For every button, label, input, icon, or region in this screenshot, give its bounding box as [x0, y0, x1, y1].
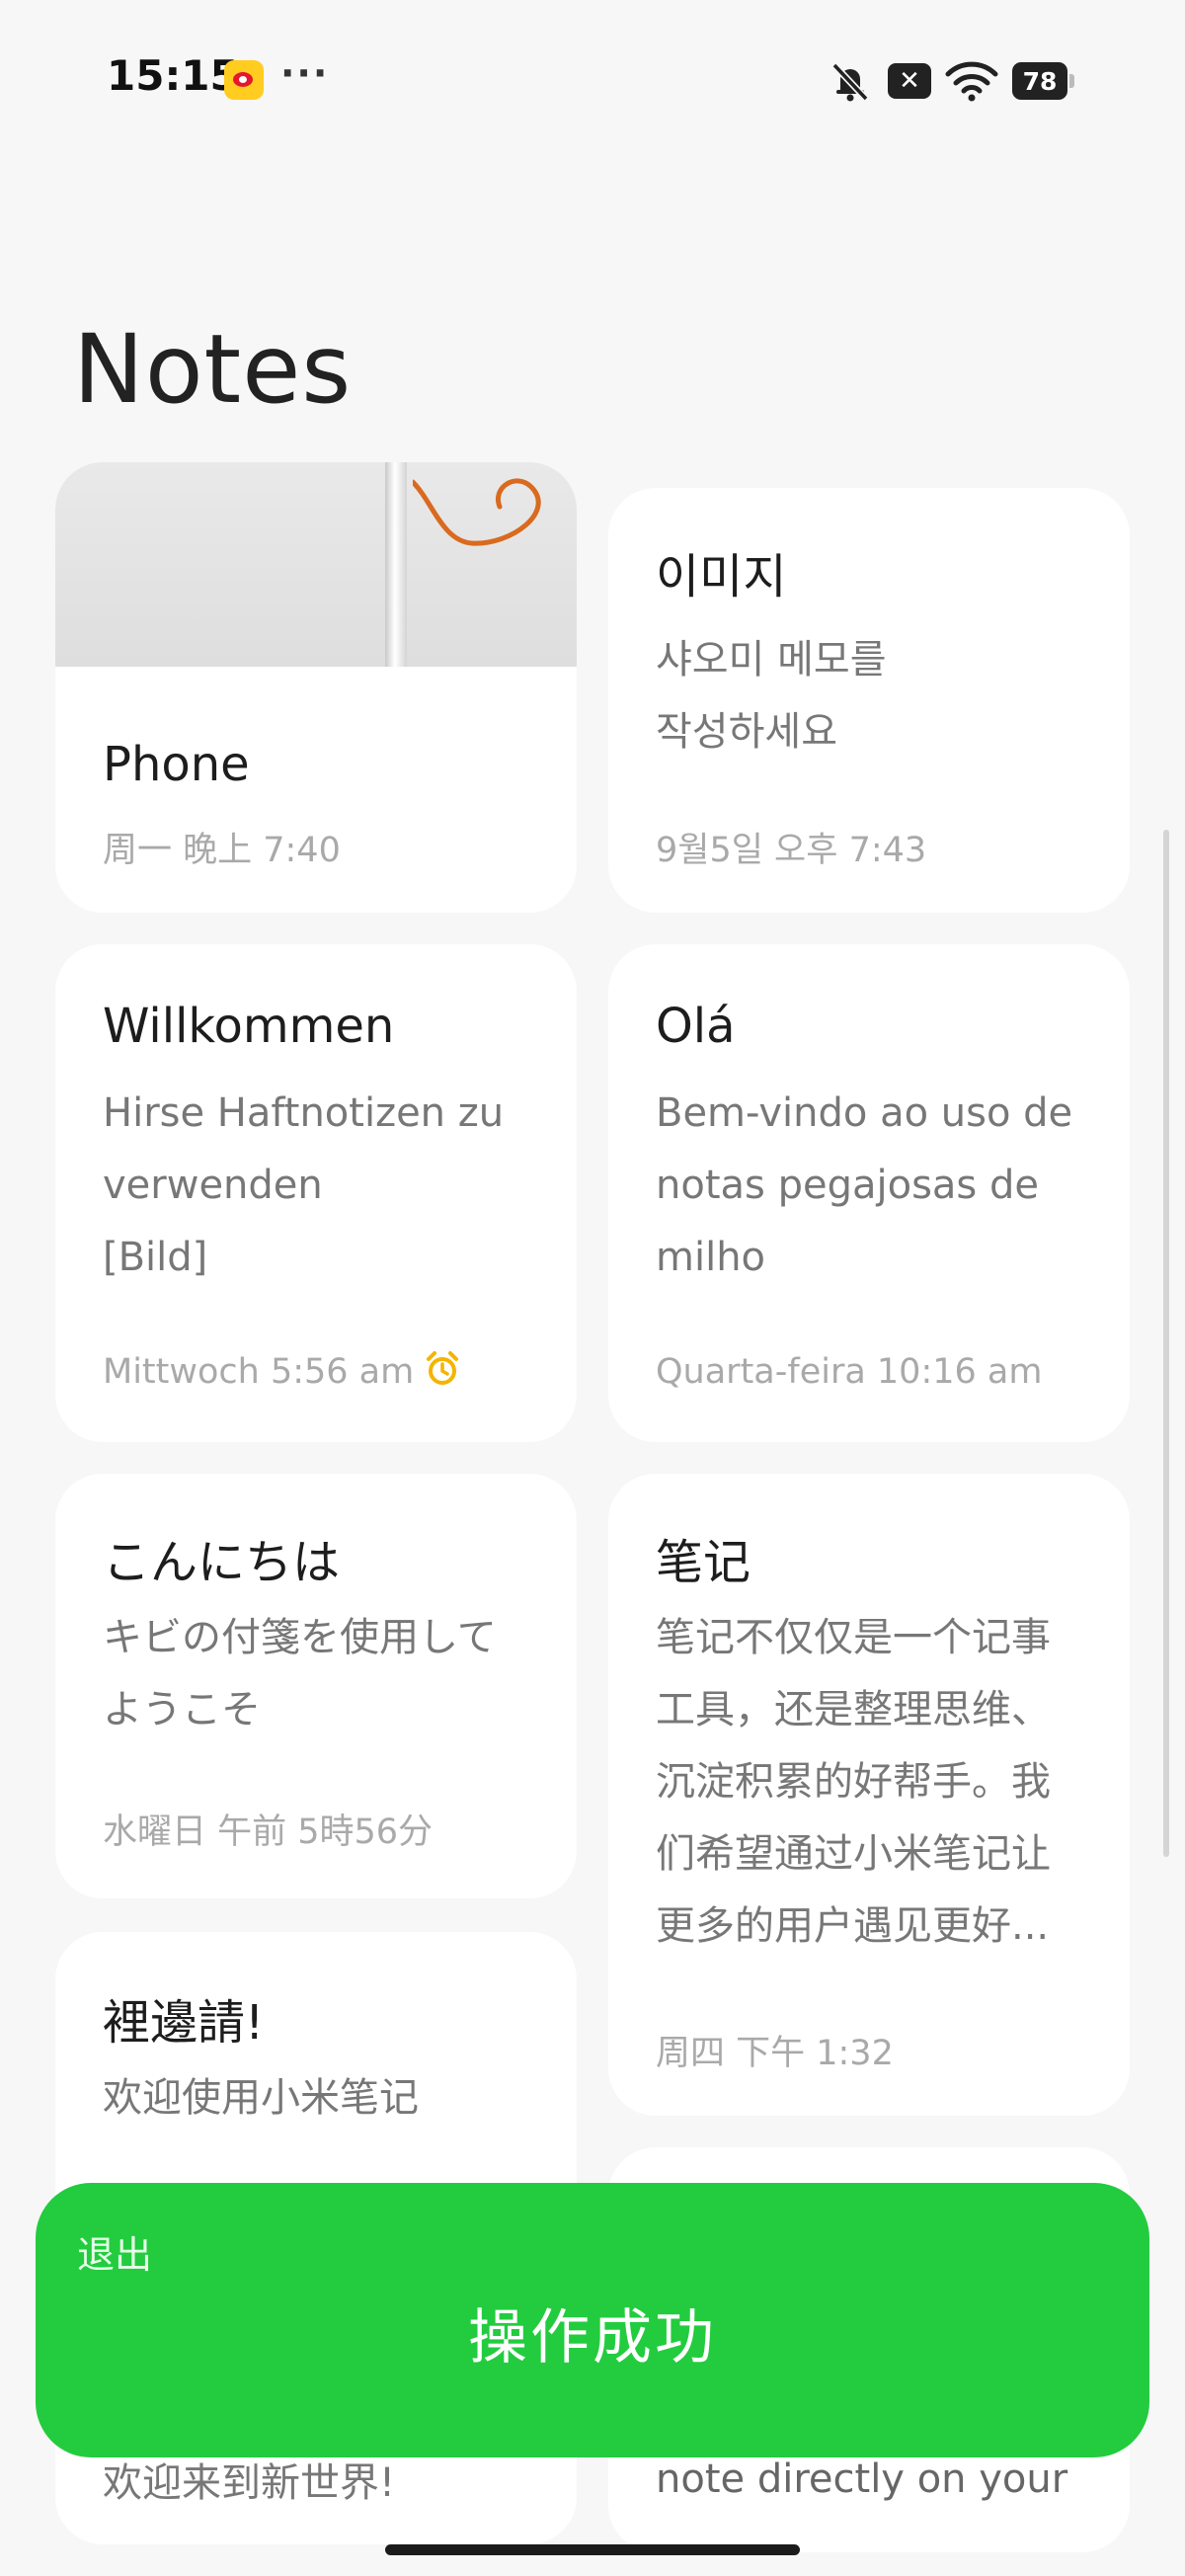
note-title: 笔记	[656, 1535, 751, 1590]
wifi-icon	[945, 60, 998, 102]
weibo-notification-icon	[224, 60, 264, 100]
note-preview: 샤오미 메모를 작성하세요	[656, 637, 887, 755]
note-date: Mittwoch 5:56 am	[103, 1352, 415, 1392]
battery-level: 78	[1012, 62, 1067, 100]
note-card-japanese[interactable]: こんにちは キビの付箋を使用して ようこそ 水曜日 午前 5時56分	[55, 1474, 577, 1898]
note-card-german[interactable]: Willkommen Hirse Haftnotizen zu verwende…	[55, 944, 577, 1442]
note-title: Willkommen	[103, 999, 395, 1054]
no-sim-icon: ✕	[888, 63, 931, 99]
success-toast: 退出 操作成功	[36, 2183, 1149, 2457]
status-bar: 15:15 ··· ✕ 78	[0, 0, 1185, 158]
more-notifications-icon: ···	[280, 51, 330, 95]
note-title: Olá	[656, 999, 736, 1054]
note-date: 周四 下午 1:32	[656, 2034, 894, 2073]
battery-icon: 78	[1012, 62, 1074, 100]
note-date: Quarta-feira 10:16 am	[656, 1352, 1043, 1392]
note-preview: Hirse Haftnotizen zu verwenden [Bild]	[103, 1090, 505, 1280]
note-title: こんにちは	[103, 1535, 341, 1590]
note-card-portuguese[interactable]: Olá Bem-vindo ao uso de notas pegajosas …	[608, 944, 1130, 1442]
scrollbar[interactable]	[1163, 830, 1169, 1857]
note-date: 9월5일 오후 7:43	[656, 831, 927, 870]
home-indicator[interactable]	[385, 2544, 800, 2555]
note-preview: 笔记不仅仅是一个记事 工具，还是整理思维、 沉淀积累的好帮手。我 们希望通过小米…	[656, 1615, 1051, 1949]
toast-exit-button[interactable]: 退出	[77, 2224, 152, 2279]
note-card-korean[interactable]: 이미지 샤오미 메모를 작성하세요 9월5일 오후 7:43	[608, 488, 1130, 913]
note-preview-more: 欢迎来到新世界!	[103, 2460, 396, 2506]
status-icons: ✕ 78	[827, 57, 1074, 105]
note-card-phone[interactable]: Phone 周一 晚上 7:40	[55, 462, 577, 913]
note-card-chinese[interactable]: 笔记 笔记不仅仅是一个记事 工具，还是整理思维、 沉淀积累的好帮手。我 们希望通…	[608, 1474, 1130, 2116]
status-time: 15:15	[107, 51, 239, 100]
note-preview: 欢迎使用小米笔记	[103, 2075, 419, 2121]
toast-message: 操作成功	[468, 2303, 717, 2373]
note-date: 周一 晚上 7:40	[103, 831, 341, 870]
note-preview: Bem-vindo ao uso de notas pegajosas de m…	[656, 1090, 1073, 1280]
note-title: 裡邊請!	[103, 1995, 265, 2051]
alarm-clock-icon	[427, 1351, 458, 1385]
note-image-thumbnail	[55, 462, 577, 667]
note-date: 水曜日 午前 5時56分	[103, 1812, 434, 1852]
note-title: 이미지	[656, 549, 787, 604]
page-title: Notes	[73, 314, 353, 425]
mute-icon	[827, 59, 874, 103]
note-title: Phone	[103, 737, 250, 792]
note-preview: キビの付箋を使用して ようこそ	[103, 1615, 497, 1732]
notes-app-screen: 15:15 ··· ✕ 78 Notes Phone 周一 晚上 7:40 이미…	[0, 0, 1185, 2576]
